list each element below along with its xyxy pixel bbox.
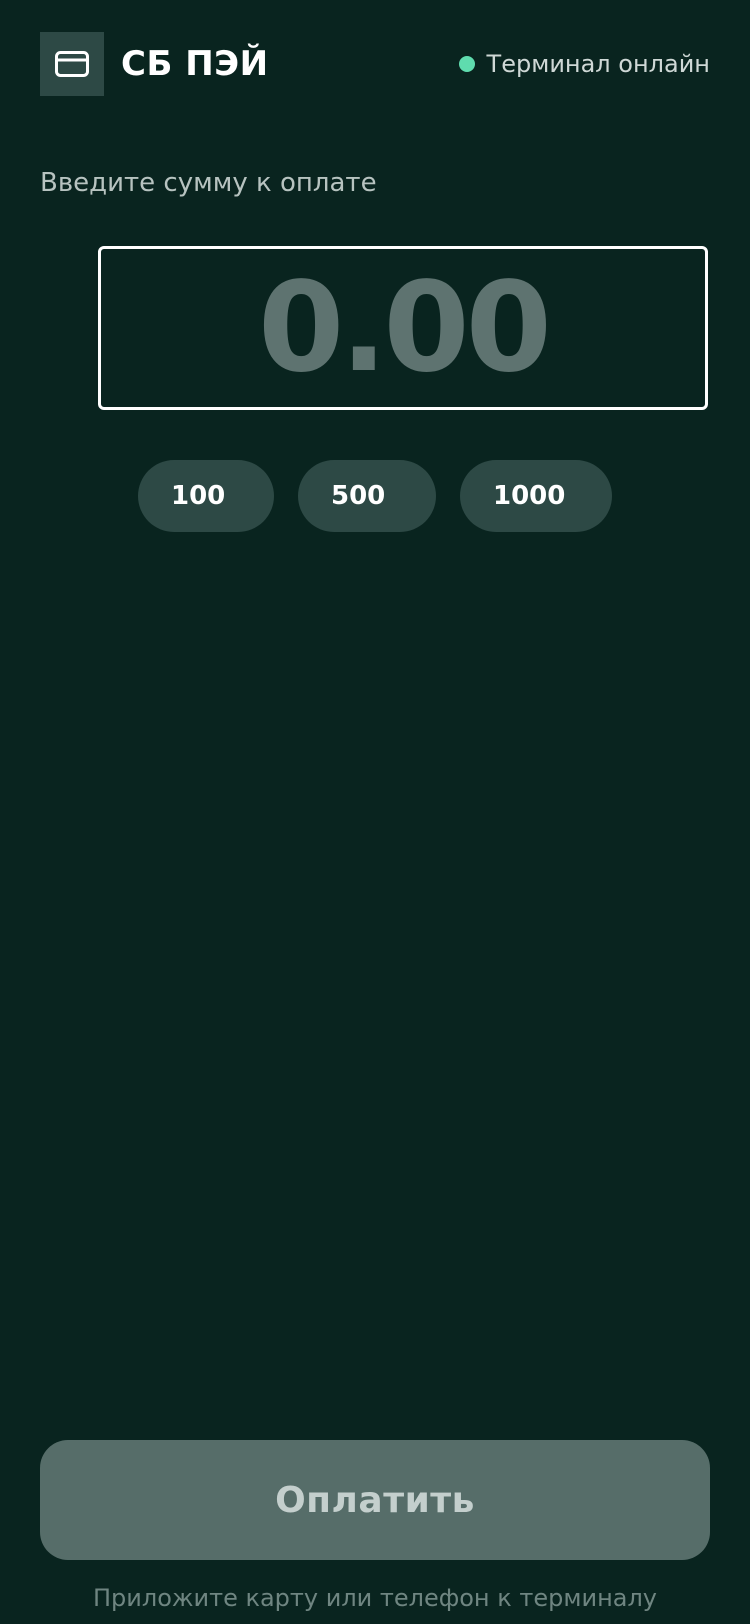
- card-icon: [55, 51, 89, 77]
- terminal-status: Терминал онлайн: [458, 32, 710, 96]
- brand-name: СБ ПЭЙ: [121, 44, 269, 84]
- quick-amount-500-button[interactable]: 500: [298, 460, 436, 532]
- amount-input[interactable]: 0.00: [98, 246, 708, 410]
- quick-amounts: 100 500 1000: [0, 460, 750, 532]
- amount-prompt: Введите сумму к оплате: [40, 168, 377, 198]
- status-text: Терминал онлайн: [486, 50, 710, 78]
- pay-button[interactable]: Оплатить: [40, 1440, 710, 1560]
- logo-box: [40, 32, 104, 96]
- quick-amount-1000-button[interactable]: 1000: [460, 460, 612, 532]
- quick-amount-100-button[interactable]: 100: [138, 460, 274, 532]
- amount-value: 0.00: [258, 256, 552, 400]
- status-dot-icon: [458, 56, 475, 72]
- payment-hint: Приложите карту или телефон к терминалу: [92, 1584, 658, 1612]
- app-header: СБ ПЭЙ Терминал онлайн: [40, 32, 710, 96]
